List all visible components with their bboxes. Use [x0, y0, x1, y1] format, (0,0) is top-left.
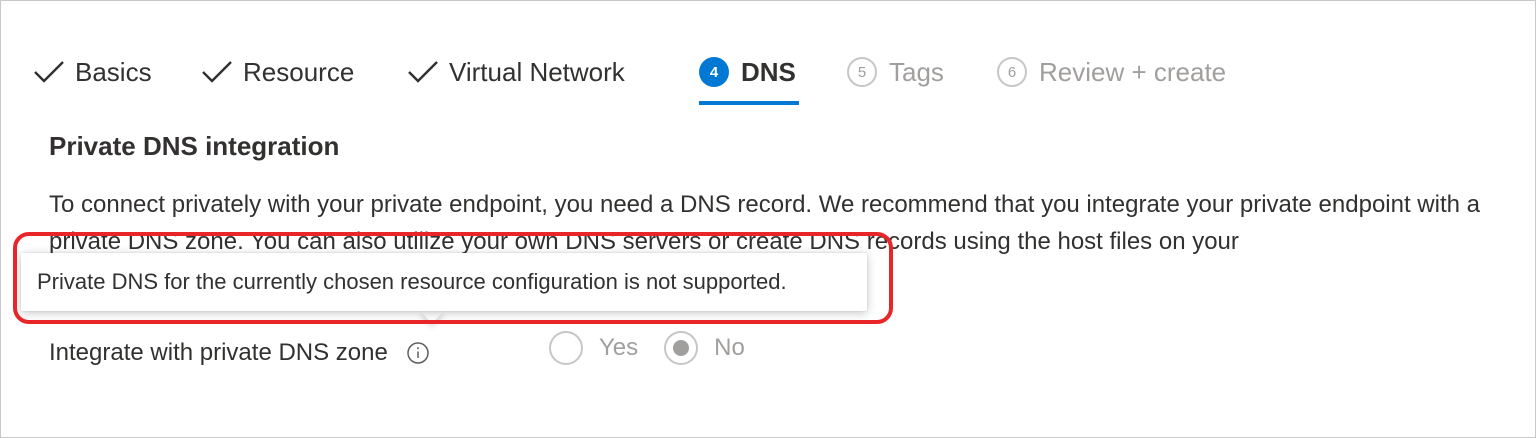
integrate-dns-field: Integrate with private DNS zone: [49, 339, 430, 367]
radio-button-unselected[interactable]: [549, 331, 583, 365]
checkmark-icon: [34, 61, 64, 83]
tab-label: DNS: [741, 56, 796, 87]
checkmark-icon: [202, 61, 232, 83]
tab-label: Basics: [75, 56, 152, 87]
info-icon[interactable]: [406, 341, 430, 365]
step-number-badge: 4: [699, 57, 729, 87]
checkmark-icon: [408, 61, 438, 83]
tab-tags[interactable]: 5 Tags: [847, 51, 944, 93]
radio-label: Yes: [599, 334, 639, 361]
section-description: To connect privately with your private e…: [49, 191, 1480, 255]
tab-label: Tags: [889, 56, 944, 87]
tooltip-text: Private DNS for the currently chosen res…: [37, 269, 787, 294]
tab-label: Virtual Network: [449, 56, 625, 87]
radio-option-yes[interactable]: Yes: [549, 331, 638, 365]
step-number-badge: 5: [847, 57, 877, 87]
tab-label: Review + create: [1039, 56, 1227, 87]
wizard-panel: Basics Resource Virtual Network 4 DNS 5 …: [0, 0, 1536, 438]
radio-selected-dot: [673, 340, 690, 356]
tab-label: Resource: [243, 56, 355, 87]
tooltip: Private DNS for the currently chosen res…: [21, 253, 867, 311]
section-title: Private DNS integration: [49, 131, 340, 161]
integrate-dns-radio-group: Yes No: [549, 331, 771, 365]
integrate-dns-label: Integrate with private DNS zone: [49, 339, 388, 366]
tab-resource[interactable]: Resource: [201, 51, 354, 93]
tab-dns[interactable]: 4 DNS: [699, 51, 796, 93]
active-tab-indicator: [699, 101, 799, 105]
tab-review-create[interactable]: 6 Review + create: [997, 51, 1226, 93]
step-number-badge: 6: [997, 57, 1027, 87]
radio-button-selected[interactable]: [664, 331, 699, 365]
radio-option-no[interactable]: No: [664, 331, 745, 365]
tab-virtual-network[interactable]: Virtual Network: [407, 51, 625, 93]
radio-label: No: [714, 334, 745, 361]
tab-basics[interactable]: Basics: [33, 51, 152, 93]
